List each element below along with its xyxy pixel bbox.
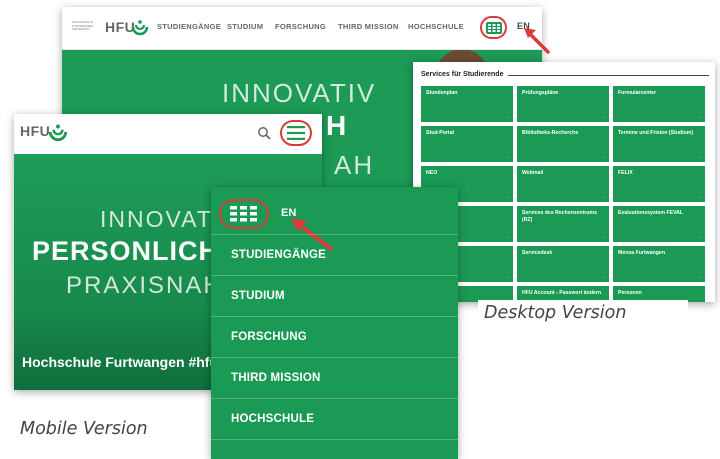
logo-subtext: HOCHSCHULE FURTWANGEN UNIVERSITY (72, 20, 94, 32)
hfu-logo[interactable]: HOCHSCHULE FURTWANGEN UNIVERSITY HFU (72, 17, 149, 41)
tile-mensa[interactable]: Mensa Furtwangen (613, 246, 705, 282)
hamburger-menu-icon[interactable] (287, 126, 305, 140)
caption-desktop: Desktop Version (484, 303, 627, 323)
nav-studium[interactable]: STUDIUM (227, 22, 263, 31)
tile-servicedesk[interactable]: Servicedesk (517, 246, 609, 282)
tile-formularcenter[interactable]: Formularcenter (613, 86, 705, 122)
tile-pruefungsplaene[interactable]: Prüfungspläne (517, 86, 609, 122)
mobile-hfu-logo[interactable]: HFU (20, 121, 70, 147)
mobile-menu-overlay: EN STUDIENGÄNGE STUDIUM FORSCHUNG THIRD … (211, 187, 458, 459)
nav-hochschule[interactable]: HOCHSCHULE (408, 22, 464, 31)
mobile-header: HFU (14, 114, 322, 154)
caption-mobile: Mobile Version (20, 419, 148, 439)
hero-line-3: AH (334, 150, 375, 180)
menu-grid-icon[interactable] (230, 206, 258, 222)
menu-item-studiengaenge[interactable]: STUDIENGÄNGE (211, 234, 458, 275)
mobile-logo-text: HFU (20, 123, 51, 139)
menu-item-studium[interactable]: STUDIUM (211, 275, 458, 316)
menu-item-empty (211, 439, 458, 459)
mobile-hfu-swoosh-icon (48, 124, 68, 142)
nav-studiengaenge[interactable]: STUDIENGÄNGE (157, 22, 221, 31)
services-panel: Services für Studierende Stundenplan Prü… (413, 62, 715, 302)
nav-third-mission[interactable]: THIRD MISSION (338, 22, 399, 31)
tile-stundenplan[interactable]: Stundenplan (421, 86, 513, 122)
search-icon[interactable] (257, 126, 271, 140)
tile-stud-portal[interactable]: Stud-Portal (421, 126, 513, 162)
tile-termine-fristen[interactable]: Termine und Fristen (Studium) (613, 126, 705, 162)
services-title: Services für Studierende (421, 71, 504, 78)
menu-item-forschung[interactable]: FORSCHUNG (211, 316, 458, 357)
services-title-rule (508, 75, 709, 76)
menu-item-third-mission[interactable]: THIRD MISSION (211, 357, 458, 398)
hero-line-innovativ: INNOVATIV (222, 78, 377, 108)
desktop-header: HOCHSCHULE FURTWANGEN UNIVERSITY HFU STU… (62, 7, 542, 50)
tile-bibliotheks-recherche[interactable]: Bibliotheks-Recherche (517, 126, 609, 162)
hero-line-2: H (326, 110, 348, 141)
tile-feval[interactable]: Evaluationssystem FEVAL (613, 206, 705, 242)
nav-forschung[interactable]: FORSCHUNG (275, 22, 326, 31)
tile-rechenzentrum[interactable]: Services des Rechenzentrums (RZ) (517, 206, 609, 242)
desktop-pointer-arrow-icon (524, 28, 550, 54)
mobile-hero-personlich: PERSONLICH (32, 236, 220, 266)
mobile-hero-praxisnah: PRAXISNAH (66, 272, 223, 299)
mobile-hero-footer: Hochschule Furtwangen #hfu (22, 354, 219, 370)
tile-felix[interactable]: FELIX (613, 166, 705, 202)
menu-item-hochschule[interactable]: HOCHSCHULE (211, 398, 458, 439)
tile-webmail[interactable]: Webmail (517, 166, 609, 202)
hfu-swoosh-icon (131, 20, 149, 36)
grid-menu-icon[interactable] (486, 22, 502, 34)
